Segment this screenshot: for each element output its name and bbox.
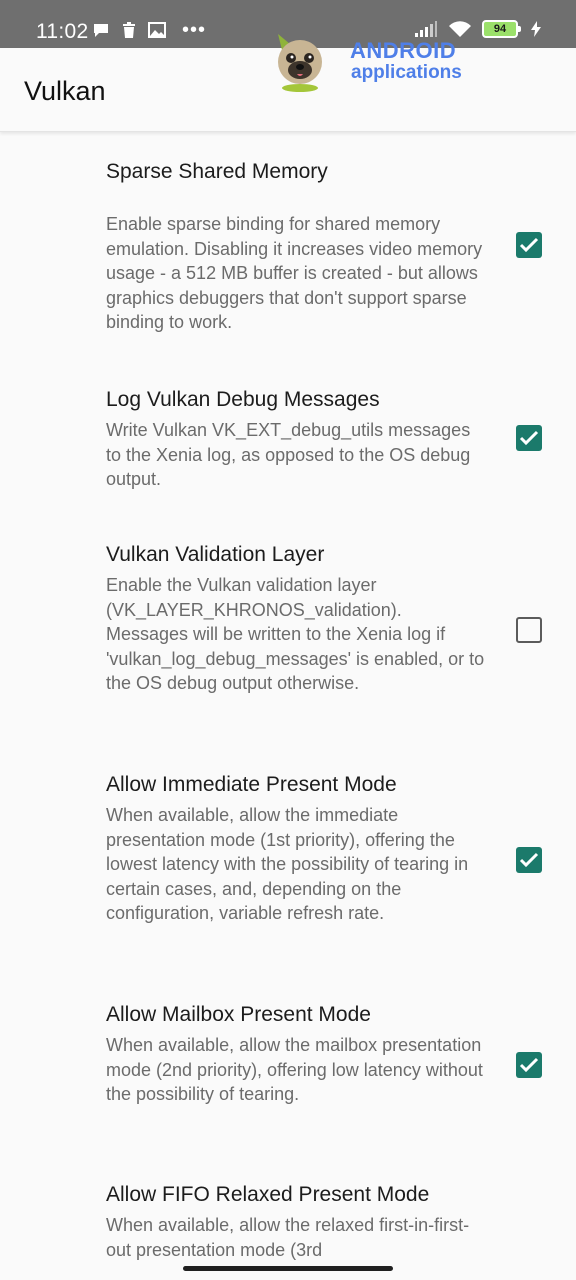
setting-description: When available, allow the relaxed first-… [106, 1215, 470, 1260]
setting-checkbox[interactable] [516, 425, 542, 451]
charging-icon [530, 20, 542, 38]
trash-icon [120, 21, 138, 39]
setting-title: Allow Immediate Present Mode [106, 773, 397, 796]
watermark-logo-text: ANDROID applications [350, 40, 462, 84]
setting-checkbox[interactable] [516, 617, 542, 643]
setting-checkbox[interactable] [516, 847, 542, 873]
wifi-icon [448, 20, 472, 38]
setting-description: Enable the Vulkan validation layer (VK_L… [106, 575, 485, 693]
gallery-icon [148, 21, 166, 39]
more-dots-icon: ••• [182, 19, 207, 41]
setting-title: Sparse Shared Memory [106, 160, 328, 183]
home-indicator[interactable] [183, 1266, 393, 1271]
setting-checkbox[interactable] [516, 232, 542, 258]
setting-checkbox[interactable] [516, 1052, 542, 1078]
setting-description: Enable sparse binding for shared memory … [106, 214, 483, 332]
watermark-pug-logo-icon [272, 30, 328, 92]
setting-description: Write Vulkan VK_EXT_debug_utils messages… [106, 420, 471, 489]
battery-icon: 94 [482, 20, 521, 38]
status-notification-icons: ••• [92, 19, 207, 41]
logo-line-applications: applications [351, 62, 462, 83]
setting-title: Allow Mailbox Present Mode [106, 1003, 371, 1026]
setting-title: Vulkan Validation Layer [106, 543, 325, 566]
status-time: 11:02 [36, 20, 89, 43]
signal-icon [414, 20, 438, 38]
logo-line-android: ANDROID [350, 38, 457, 63]
setting-description: When available, allow the immediate pres… [106, 805, 469, 923]
chat-bubble-icon [92, 21, 110, 39]
page-title: Vulkan [24, 76, 106, 106]
setting-title: Allow FIFO Relaxed Present Mode [106, 1183, 430, 1206]
status-system-icons: 94 [414, 20, 542, 38]
setting-title: Log Vulkan Debug Messages [106, 388, 380, 411]
setting-description: When available, allow the mailbox presen… [106, 1035, 483, 1104]
